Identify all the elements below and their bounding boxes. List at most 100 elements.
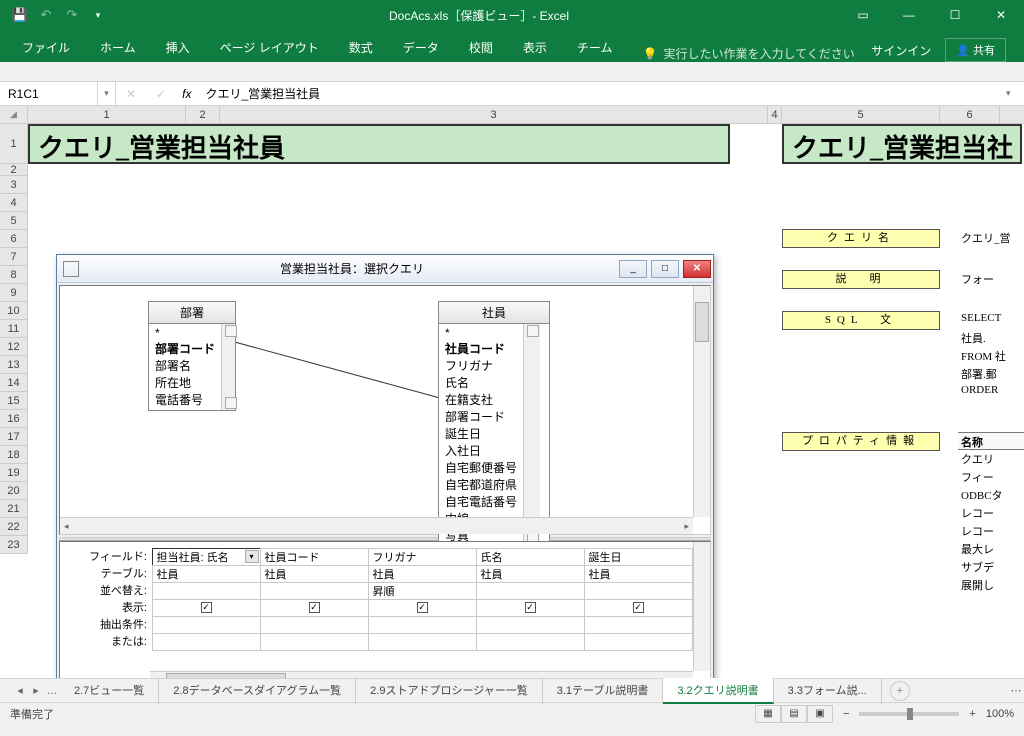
- cell-r7[interactable]: SELECT: [958, 311, 1024, 329]
- cell-title-2[interactable]: クエリ_営業担当社: [782, 124, 1022, 164]
- new-sheet-icon[interactable]: +: [890, 681, 910, 701]
- grid-cell[interactable]: ✓: [152, 599, 261, 617]
- field-item[interactable]: 部署コード: [443, 408, 519, 425]
- cell-r17[interactable]: レコー: [958, 504, 1024, 522]
- cell-r10[interactable]: 部署.郵: [958, 365, 1024, 383]
- upper-v-scroll[interactable]: [693, 286, 710, 517]
- grid-cell[interactable]: 社員: [260, 565, 369, 583]
- view-page-break-icon[interactable]: ▣: [807, 705, 833, 723]
- relationship-pane[interactable]: 部署 *部署コード部署名所在地電話番号 社員 *社員コードフリガナ氏名在籍支社部…: [59, 285, 711, 535]
- cancel-formula-icon[interactable]: ✕: [116, 87, 146, 101]
- enter-formula-icon[interactable]: ✓: [146, 87, 176, 101]
- row-header[interactable]: 4: [0, 194, 27, 212]
- row-header[interactable]: 21: [0, 500, 27, 518]
- zoom-level[interactable]: 100%: [986, 708, 1014, 720]
- tab-view[interactable]: 表示: [509, 33, 561, 62]
- field-item[interactable]: 在籍支社: [443, 391, 519, 408]
- lower-v-scroll[interactable]: [693, 542, 710, 671]
- row-header[interactable]: 5: [0, 212, 27, 230]
- tab-team[interactable]: チーム: [563, 33, 627, 62]
- tab-file[interactable]: ファイル: [8, 33, 84, 62]
- ribbon-options-icon[interactable]: ▭: [840, 0, 886, 30]
- busho-scroll[interactable]: [221, 324, 235, 410]
- grid-cell[interactable]: [152, 616, 261, 634]
- field-item[interactable]: *: [443, 326, 519, 340]
- grid-cell[interactable]: 担当社員: 氏名▾: [152, 548, 261, 566]
- grid-cell[interactable]: [476, 616, 585, 634]
- cells-grid[interactable]: クエリ_営業担当社員 クエリ_営業担当社 クエリ名 説 明 SQL 文 プロパテ…: [28, 124, 1024, 678]
- cell-r13[interactable]: 名称: [958, 432, 1024, 450]
- grid-cell[interactable]: [152, 582, 261, 600]
- field-item[interactable]: 入社日: [443, 442, 519, 459]
- grid-cell[interactable]: 社員: [152, 565, 261, 583]
- cell-r11[interactable]: ORDER: [958, 383, 1024, 401]
- access-close-icon[interactable]: ✕: [683, 260, 711, 278]
- tab-menu-icon[interactable]: ⋯: [1008, 684, 1024, 697]
- row-header[interactable]: 1: [0, 124, 27, 164]
- table-busho[interactable]: 部署 *部署コード部署名所在地電話番号: [148, 302, 236, 411]
- row-header[interactable]: 11: [0, 320, 27, 338]
- show-checkbox[interactable]: ✓: [201, 602, 212, 613]
- col-header[interactable]: 6: [940, 106, 1000, 123]
- table-shain-header[interactable]: 社員: [438, 301, 550, 324]
- sheet-tab[interactable]: 2.8データベースダイアグラム一覧: [159, 678, 356, 704]
- tab-home[interactable]: ホーム: [86, 33, 150, 62]
- zoom-out-icon[interactable]: −: [843, 708, 849, 720]
- grid-cell[interactable]: 誕生日: [584, 548, 693, 566]
- name-box-dropdown-icon[interactable]: ▾: [98, 82, 116, 105]
- grid-cell[interactable]: [260, 582, 369, 600]
- col-header[interactable]: 3: [220, 106, 768, 123]
- row-header[interactable]: 18: [0, 446, 27, 464]
- field-item[interactable]: フリガナ: [443, 357, 519, 374]
- row-header[interactable]: 8: [0, 266, 27, 284]
- shain-scroll[interactable]: [523, 324, 540, 546]
- cell-r14[interactable]: クエリ: [958, 450, 1024, 468]
- field-item[interactable]: 自宅電話番号: [443, 493, 519, 510]
- row-header[interactable]: 16: [0, 410, 27, 428]
- tab-page-layout[interactable]: ページ レイアウト: [206, 33, 333, 62]
- select-all-corner[interactable]: ◢: [0, 106, 28, 124]
- row-header[interactable]: 20: [0, 482, 27, 500]
- cell-r15[interactable]: フィー: [958, 468, 1024, 486]
- zoom-in-icon[interactable]: +: [969, 708, 975, 720]
- row-header[interactable]: 3: [0, 176, 27, 194]
- lower-h-scroll[interactable]: [150, 671, 693, 678]
- grid-cell[interactable]: [584, 582, 693, 600]
- row-header[interactable]: 22: [0, 518, 27, 536]
- row-header[interactable]: 7: [0, 248, 27, 266]
- signin-link[interactable]: サインイン: [871, 42, 931, 59]
- show-checkbox[interactable]: ✓: [525, 602, 536, 613]
- grid-cell[interactable]: ✓: [584, 599, 693, 617]
- cell-r3[interactable]: クエリ_営: [958, 229, 1024, 247]
- save-icon[interactable]: 💾: [8, 3, 32, 27]
- show-checkbox[interactable]: ✓: [417, 602, 428, 613]
- tab-scroll-right-icon[interactable]: ▸: [28, 684, 44, 697]
- fx-icon[interactable]: fx: [176, 87, 197, 101]
- grid-cell[interactable]: [584, 633, 693, 651]
- cell-r16[interactable]: ODBCタ: [958, 486, 1024, 504]
- table-shain[interactable]: 社員 *社員コードフリガナ氏名在籍支社部署コード誕生日入社日自宅郵便番号自宅都道…: [438, 302, 550, 547]
- row-header[interactable]: 2: [0, 164, 27, 176]
- grid-cell[interactable]: [260, 616, 369, 634]
- grid-cell[interactable]: ✓: [476, 599, 585, 617]
- grid-cell[interactable]: 社員: [584, 565, 693, 583]
- cell-r8[interactable]: 社員.: [958, 329, 1024, 347]
- view-page-layout-icon[interactable]: ▤: [781, 705, 807, 723]
- row-header[interactable]: 12: [0, 338, 27, 356]
- upper-h-scroll[interactable]: ◂▸: [60, 517, 693, 534]
- maximize-icon[interactable]: ☐: [932, 0, 978, 30]
- col-header[interactable]: 2: [186, 106, 220, 123]
- tab-data[interactable]: データ: [389, 33, 453, 62]
- row-header[interactable]: 17: [0, 428, 27, 446]
- qat-dropdown-icon[interactable]: ▾: [86, 3, 110, 27]
- grid-cell[interactable]: [152, 633, 261, 651]
- share-button[interactable]: 👤 共有: [945, 38, 1006, 62]
- cell-title-1[interactable]: クエリ_営業担当社員: [28, 124, 730, 164]
- tab-review[interactable]: 校閲: [455, 33, 507, 62]
- access-sys-icon[interactable]: [63, 261, 79, 277]
- grid-cell[interactable]: [476, 633, 585, 651]
- sheet-tab[interactable]: 2.7ビュー一覧: [60, 678, 159, 704]
- minimize-icon[interactable]: —: [886, 0, 932, 30]
- dropdown-icon[interactable]: ▾: [245, 550, 259, 563]
- grid-cell[interactable]: 氏名: [476, 548, 585, 566]
